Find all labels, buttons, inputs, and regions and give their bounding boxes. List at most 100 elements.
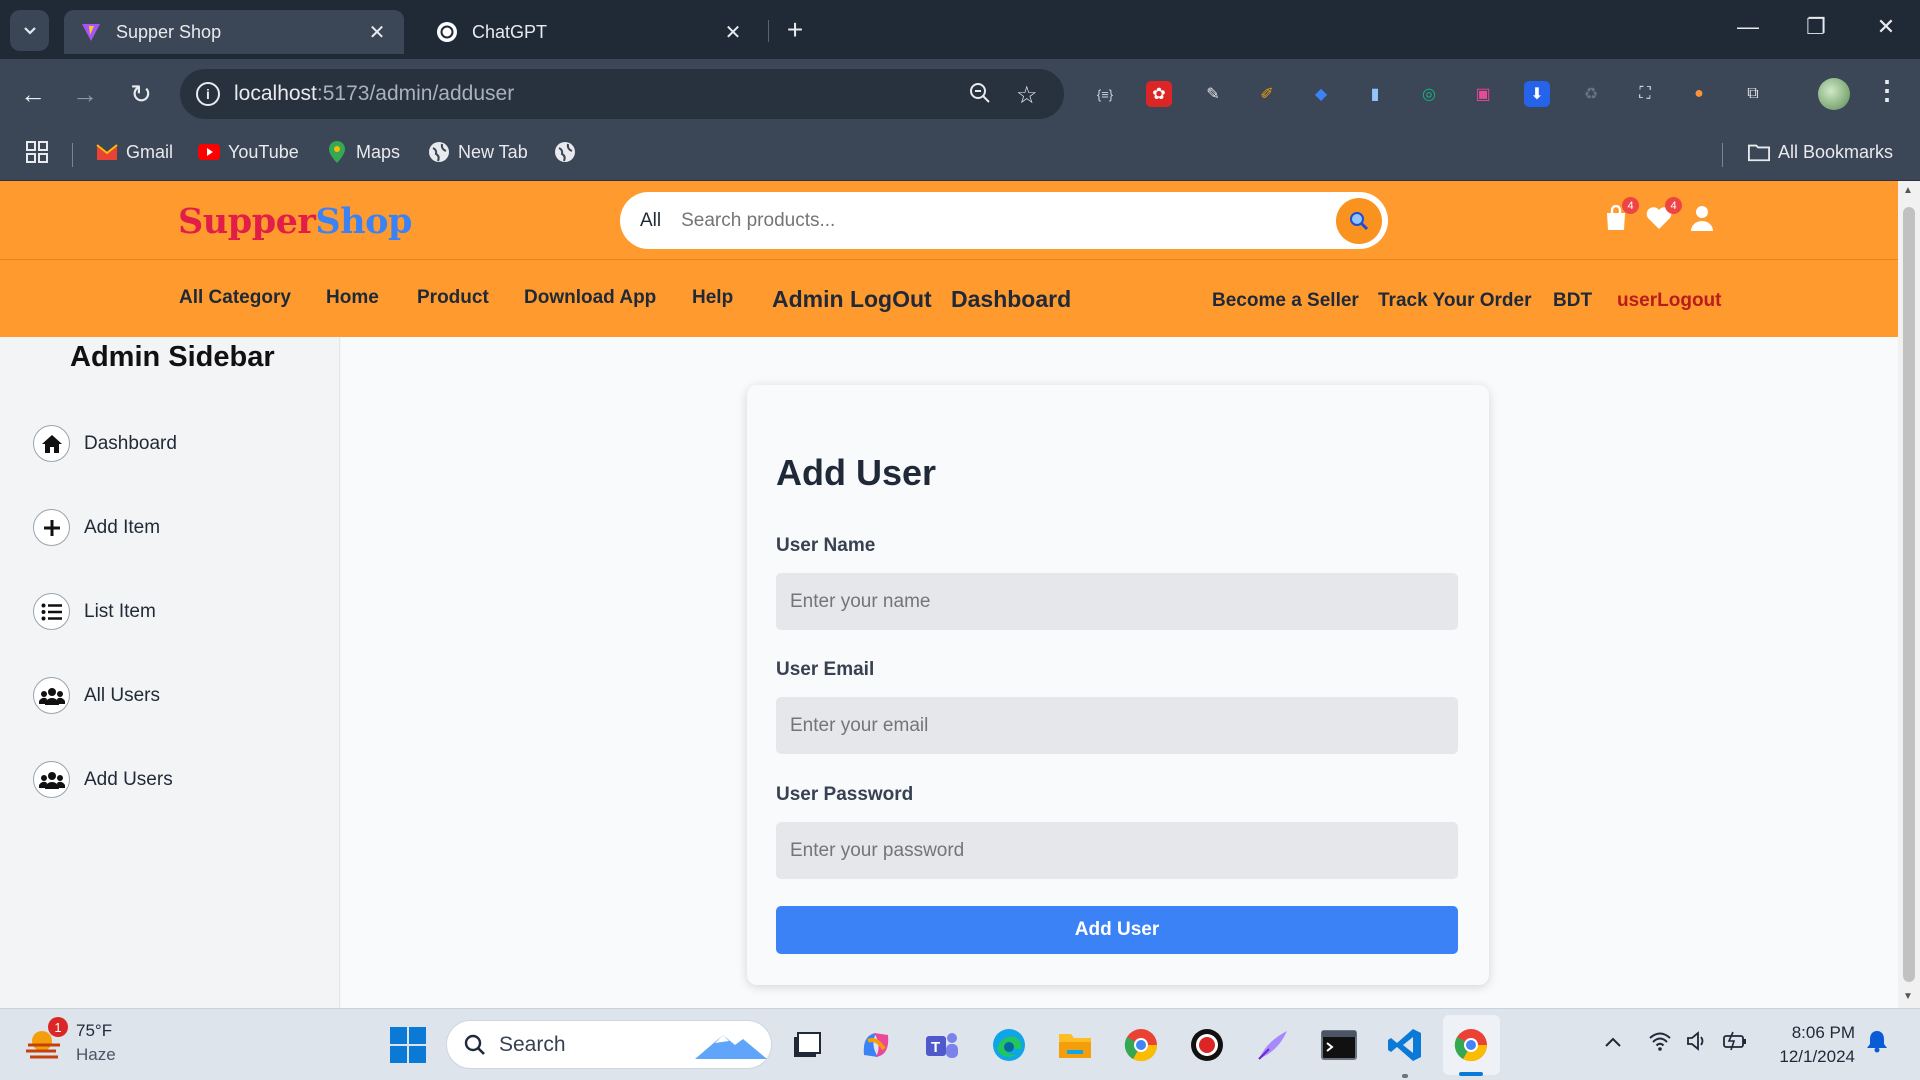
back-icon[interactable]: ←: [18, 79, 48, 109]
extension-red-icon[interactable]: ✿: [1146, 81, 1172, 107]
tray-overflow-icon[interactable]: [1604, 1031, 1622, 1054]
json-extension-icon[interactable]: {≡}: [1092, 81, 1118, 107]
cart-button[interactable]: 4: [1601, 197, 1639, 233]
nav-product[interactable]: Product: [417, 287, 489, 309]
reload-icon[interactable]: ↻: [126, 79, 156, 109]
tab-chatgpt[interactable]: ChatGPT ✕: [420, 10, 760, 54]
teams-icon[interactable]: T: [921, 1024, 963, 1066]
chrome-active-icon[interactable]: [1450, 1024, 1492, 1066]
screenshot-extension-icon[interactable]: ⛶: [1632, 81, 1658, 107]
taskbar-search-label: Search: [499, 1032, 566, 1056]
tab-separator: [768, 20, 769, 42]
all-bookmarks[interactable]: All Bookmarks: [1748, 141, 1893, 163]
tab-supper-shop[interactable]: Supper Shop ✕: [64, 10, 404, 54]
user-name-field[interactable]: [776, 573, 1458, 630]
header-top: SupperShop All 4 4: [0, 181, 1898, 260]
site-logo[interactable]: SupperShop: [178, 201, 412, 242]
bookmark-gmail[interactable]: Gmail: [96, 141, 173, 163]
orange-extension-icon[interactable]: ●: [1686, 81, 1712, 107]
puzzle-extensions-icon[interactable]: ⧉: [1740, 81, 1766, 107]
nav-home[interactable]: Home: [326, 287, 379, 309]
notification-bell-icon[interactable]: [1866, 1029, 1888, 1059]
system-clock[interactable]: 8:06 PM 12/1/2024: [1765, 1021, 1855, 1069]
scrollbar-thumb[interactable]: [1903, 207, 1915, 982]
nav-become-seller[interactable]: Become a Seller: [1212, 290, 1359, 312]
sidebar-item-add-item[interactable]: Add Item: [33, 509, 160, 546]
vscode-icon[interactable]: [1384, 1024, 1426, 1066]
tab-search-button[interactable]: [10, 10, 49, 51]
search-input[interactable]: [681, 209, 1336, 232]
nav-track-order[interactable]: Track Your Order: [1378, 290, 1531, 312]
nav-currency[interactable]: BDT: [1553, 290, 1592, 312]
nav-admin-logout[interactable]: Admin LogOut: [772, 286, 932, 313]
bookmark-youtube[interactable]: YouTube: [198, 141, 299, 163]
apps-grid-icon[interactable]: [26, 141, 48, 163]
site-header: SupperShop All 4 4 All Category: [0, 181, 1898, 337]
bookmark-new-tab[interactable]: New Tab: [428, 141, 528, 163]
minimize-icon[interactable]: —: [1728, 14, 1768, 40]
user-name-label: User Name: [776, 535, 876, 556]
battery-icon[interactable]: [1722, 1031, 1748, 1057]
new-tab-button[interactable]: +: [780, 16, 810, 46]
weather-temp: 75°F: [76, 1021, 113, 1040]
start-button[interactable]: [390, 1027, 426, 1063]
close-tab-icon[interactable]: ✕: [722, 20, 744, 45]
product-search: All: [620, 192, 1388, 249]
sidebar-item-add-users[interactable]: Add Users: [33, 761, 173, 798]
weather-widget[interactable]: 1 75°F Haze: [22, 1017, 116, 1067]
nav-user-logout[interactable]: userLogout: [1617, 290, 1722, 312]
scroll-up-icon[interactable]: ▲: [1903, 185, 1913, 196]
terminal-icon[interactable]: [1318, 1024, 1360, 1066]
search-button[interactable]: [1336, 197, 1382, 244]
taskbar-search[interactable]: Search: [446, 1020, 772, 1069]
wifi-icon[interactable]: [1648, 1031, 1672, 1057]
add-user-button[interactable]: Add User: [776, 906, 1458, 954]
copilot-icon[interactable]: [855, 1024, 897, 1066]
sidebar-item-label: Add Users: [84, 768, 173, 790]
drop-extension-icon[interactable]: ◆: [1308, 81, 1334, 107]
nav-download-app[interactable]: Download App: [524, 287, 656, 309]
restore-icon[interactable]: ❐: [1796, 14, 1836, 40]
task-view-icon[interactable]: [786, 1024, 828, 1066]
bookmark-globe[interactable]: [554, 141, 584, 163]
address-bar[interactable]: i localhost:5173/admin/adduser ☆: [180, 69, 1064, 119]
browser-menu-icon[interactable]: ⋮: [1874, 75, 1900, 106]
user-password-field[interactable]: [776, 822, 1458, 879]
volume-icon[interactable]: [1686, 1031, 1710, 1057]
search-category-select[interactable]: All: [640, 210, 661, 232]
scroll-down-icon[interactable]: ▼: [1903, 991, 1913, 1002]
pen-app-icon[interactable]: [1252, 1024, 1294, 1066]
nav-dashboard[interactable]: Dashboard: [951, 286, 1071, 313]
sidebar-item-all-users[interactable]: All Users: [33, 677, 160, 714]
chatgpt-icon: [436, 21, 458, 43]
sidebar-item-dashboard[interactable]: Dashboard: [33, 425, 177, 462]
color-picker-icon[interactable]: ✎: [1200, 81, 1226, 107]
bookmark-star-icon[interactable]: ☆: [1016, 81, 1038, 110]
forward-icon[interactable]: →: [70, 79, 100, 109]
recycle-extension-icon[interactable]: ♻: [1578, 81, 1604, 107]
close-tab-icon[interactable]: ✕: [366, 20, 388, 45]
close-window-icon[interactable]: ✕: [1866, 14, 1906, 40]
zoom-icon[interactable]: [968, 81, 992, 112]
edge-icon[interactable]: [988, 1024, 1030, 1066]
page-scrollbar[interactable]: ▲ ▼: [1898, 181, 1920, 1008]
sidebar-item-list-item[interactable]: List Item: [33, 593, 156, 630]
weather-text: 75°F Haze: [76, 1019, 116, 1067]
screen-extension-icon[interactable]: ▣: [1470, 81, 1496, 107]
profile-avatar[interactable]: [1818, 78, 1850, 110]
account-button[interactable]: [1687, 203, 1717, 233]
site-info-icon[interactable]: i: [196, 82, 220, 106]
download-extension-icon[interactable]: ⬇: [1524, 81, 1550, 107]
file-explorer-icon[interactable]: [1054, 1024, 1096, 1066]
plus-icon: [33, 509, 70, 546]
wishlist-button[interactable]: 4: [1644, 197, 1682, 233]
pen-extension-icon[interactable]: ✐: [1254, 81, 1280, 107]
circle-extension-icon[interactable]: ◎: [1416, 81, 1442, 107]
docs-extension-icon[interactable]: ▮: [1362, 81, 1388, 107]
chrome-icon[interactable]: [1120, 1024, 1162, 1066]
screen-recorder-icon[interactable]: [1186, 1024, 1228, 1066]
bookmark-maps[interactable]: Maps: [326, 141, 400, 163]
user-email-field[interactable]: [776, 697, 1458, 754]
nav-help[interactable]: Help: [692, 287, 733, 309]
nav-all-category[interactable]: All Category: [179, 287, 291, 309]
